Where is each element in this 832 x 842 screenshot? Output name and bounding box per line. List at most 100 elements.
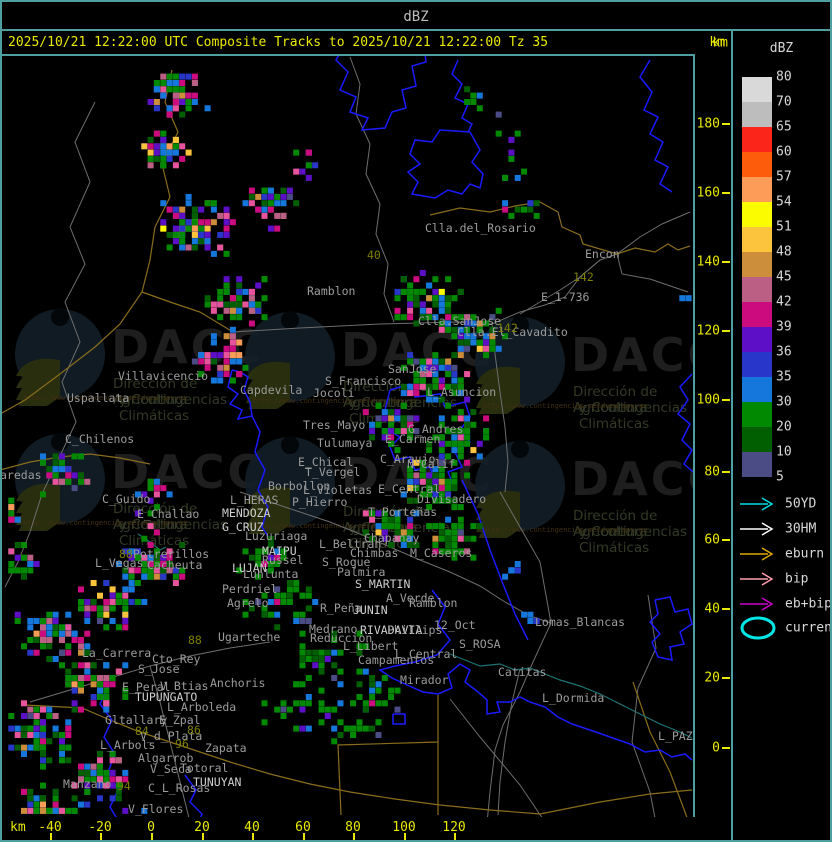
map-label: Ugarteche xyxy=(218,630,281,644)
map-label: aredas xyxy=(2,468,42,482)
map-label: L_Libert xyxy=(343,639,399,653)
map-label: Russel xyxy=(262,553,304,567)
map-label: E_1-736 xyxy=(541,290,590,304)
legend-scale-value: 36 xyxy=(776,344,792,360)
map-label: P_Hierro xyxy=(292,495,348,509)
map-label: Capdevila xyxy=(240,383,303,397)
map-label-layer: Uspallata Villavicencio C_Chilenosaredas C_… xyxy=(2,56,693,817)
map-label: L_Asuncion xyxy=(427,385,497,399)
map-label: Cacheuta xyxy=(147,558,203,572)
right-axis-tick xyxy=(722,471,730,473)
right-axis-tick-label: 20 xyxy=(704,670,720,686)
map-label: Ramblon xyxy=(409,596,458,610)
right-axis-tick-label: 180 xyxy=(696,116,720,132)
radar-map[interactable]: DACC Dirección de Agricultura y Contingenc… xyxy=(2,54,695,819)
legend-scale-value: 70 xyxy=(776,94,792,110)
legend-track-row: bip xyxy=(738,569,808,589)
right-axis-tick-label: 40 xyxy=(704,601,720,617)
map-label: La_Carrera xyxy=(82,646,152,660)
legend-swatch xyxy=(742,277,772,302)
map-label: Ramblon xyxy=(307,284,356,298)
map-label: L_Arboleda xyxy=(167,700,237,714)
map-label: Manzano xyxy=(63,777,112,791)
legend-track-row: eb+bip xyxy=(738,594,832,614)
map-label: L_Dormida xyxy=(542,691,605,705)
bottom-axis-tick xyxy=(404,833,406,840)
right-axis-tick xyxy=(722,677,730,679)
road-number-label: 94 xyxy=(117,779,131,793)
map-label: T_Porteñas xyxy=(368,505,438,519)
legend-title: dBZ xyxy=(769,41,794,56)
map-label: Totoral xyxy=(180,761,229,775)
right-axis-tick-label: 100 xyxy=(696,392,720,408)
legend-scale-value: 51 xyxy=(776,219,792,235)
road-number-label: 84 xyxy=(135,724,149,738)
map-label: Tres_Mayo xyxy=(303,418,366,432)
header-row: 2025/10/21 12:22:00 UTC Composite Tracks… xyxy=(2,31,731,54)
map-label: Zapata xyxy=(205,741,247,755)
map-label: Clla.del_Rosario xyxy=(425,221,536,235)
map-label: S_MARTIN xyxy=(355,577,411,591)
map-label: C_Guido xyxy=(102,492,151,506)
legend-swatch xyxy=(742,202,772,227)
right-axis-tick-label: 140 xyxy=(696,254,720,270)
bottom-axis-tick xyxy=(100,833,102,840)
map-label: Perdriel xyxy=(222,582,278,596)
map-label: Villavicencio xyxy=(118,369,209,383)
road-number-label: 88 xyxy=(188,633,202,647)
legend-swatch xyxy=(742,327,772,352)
legend-scale-value: 39 xyxy=(776,319,792,335)
map-label: Catitas xyxy=(498,665,547,679)
legend-scale-value: 80 xyxy=(776,69,792,85)
bottom-axis-tick xyxy=(151,833,153,840)
window-title: dBZ xyxy=(403,9,429,25)
right-axis-unit: km xyxy=(712,35,728,51)
map-label: Phillips xyxy=(387,623,443,637)
right-axis-tick xyxy=(722,608,730,610)
right-axis-tick-label: 160 xyxy=(696,185,720,201)
map-label: MENDOZA xyxy=(222,506,271,520)
title-bar: dBZ xyxy=(0,0,832,31)
legend-swatch xyxy=(742,452,772,477)
map-label: E_Carmen xyxy=(385,432,441,446)
right-axis-tick-label: 0 xyxy=(712,740,720,756)
map-label: L_PAZ xyxy=(658,729,693,743)
legend-swatch xyxy=(742,352,772,377)
map-label: Uspallata xyxy=(67,391,130,405)
right-axis-tick xyxy=(722,330,730,332)
legend-current-label: current xyxy=(785,620,832,636)
legend-scale-value: 48 xyxy=(776,244,792,260)
map-label: N_Calif xyxy=(407,457,456,471)
map-label: C_Chilenos xyxy=(65,432,135,446)
map-label: S_Jose xyxy=(138,662,180,676)
right-axis-tick xyxy=(722,399,730,401)
right-axis-tick xyxy=(722,192,730,194)
right-axis-tick xyxy=(722,539,730,541)
legend-swatch xyxy=(742,402,772,427)
legend-scale-value: 10 xyxy=(776,444,792,460)
legend-track-label: bip xyxy=(785,571,809,587)
legend-scale-value: 20 xyxy=(776,419,792,435)
map-label: C_L_Rosas xyxy=(148,781,211,795)
legend-swatch xyxy=(742,102,772,127)
radar-window: dBZ 2025/10/21 12:22:00 UTC Composite Tr… xyxy=(0,0,832,842)
legend-track-label: 50YD xyxy=(785,496,817,512)
map-label: L_HERAS xyxy=(230,493,279,507)
legend-swatch xyxy=(742,427,772,452)
map-label: Campamentos xyxy=(358,653,435,667)
legend-scale-value: 45 xyxy=(776,269,792,285)
legend-scale-value: 30 xyxy=(776,394,792,410)
timestamp-header: 2025/10/21 12:22:00 UTC Composite Tracks… xyxy=(8,35,549,50)
map-label: L_Arbols xyxy=(100,738,156,752)
legend-swatch xyxy=(742,77,772,102)
road-number-label: 40 xyxy=(367,248,381,262)
map-label: Jocoli xyxy=(313,386,355,400)
bottom-axis-tick xyxy=(353,833,355,840)
right-axis-tick xyxy=(722,123,730,125)
legend-scale-value: 5 xyxy=(776,469,784,485)
legend-panel: dBZ 80 70 65 60 57 54 51 48 45 42 39 36 35 30 20 10 5 50Y… xyxy=(731,31,832,842)
map-label: Mirador xyxy=(400,673,449,687)
legend-scale-value: 42 xyxy=(776,294,792,310)
legend-swatch xyxy=(742,302,772,327)
bottom-axis-tick xyxy=(202,833,204,840)
